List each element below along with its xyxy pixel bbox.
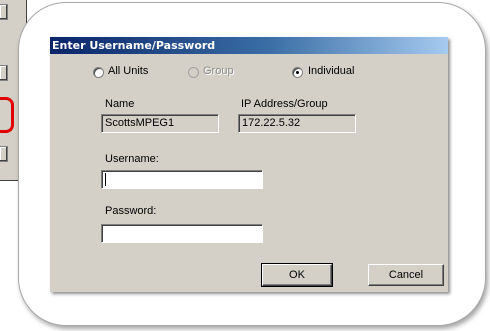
radio-group-label: Group [203, 65, 234, 77]
name-label: Name [105, 98, 135, 110]
name-value: ScottsMPEG1 [105, 117, 175, 129]
dialog-title: Enter Username/Password [52, 39, 216, 52]
ip-address-label: IP Address/Group [241, 98, 328, 110]
login-dialog: Enter Username/Password All Units Group … [50, 37, 448, 292]
background-button[interactable] [0, 146, 8, 162]
ip-address-field: 172.22.5.32 [238, 114, 356, 133]
username-input[interactable] [101, 170, 263, 189]
password-input[interactable] [101, 224, 263, 243]
username-label: Username: [105, 153, 159, 165]
cancel-button[interactable]: Cancel [368, 264, 444, 286]
text-caret [105, 173, 106, 186]
dialog-titlebar: Enter Username/Password [50, 37, 448, 54]
password-label: Password: [105, 205, 157, 217]
radio-group [188, 67, 199, 78]
ip-address-value: 172.22.5.32 [242, 117, 301, 129]
radio-individual-label[interactable]: Individual [308, 65, 354, 77]
red-highlight-annotation [0, 97, 14, 133]
background-button[interactable] [0, 4, 8, 20]
ok-button[interactable]: OK [261, 263, 333, 287]
name-field: ScottsMPEG1 [101, 114, 219, 133]
radio-all-units[interactable] [93, 67, 104, 78]
radio-all-units-label[interactable]: All Units [108, 65, 148, 77]
radio-individual[interactable] [292, 67, 303, 78]
background-button[interactable] [0, 65, 8, 81]
radio-selected-dot [296, 71, 299, 74]
